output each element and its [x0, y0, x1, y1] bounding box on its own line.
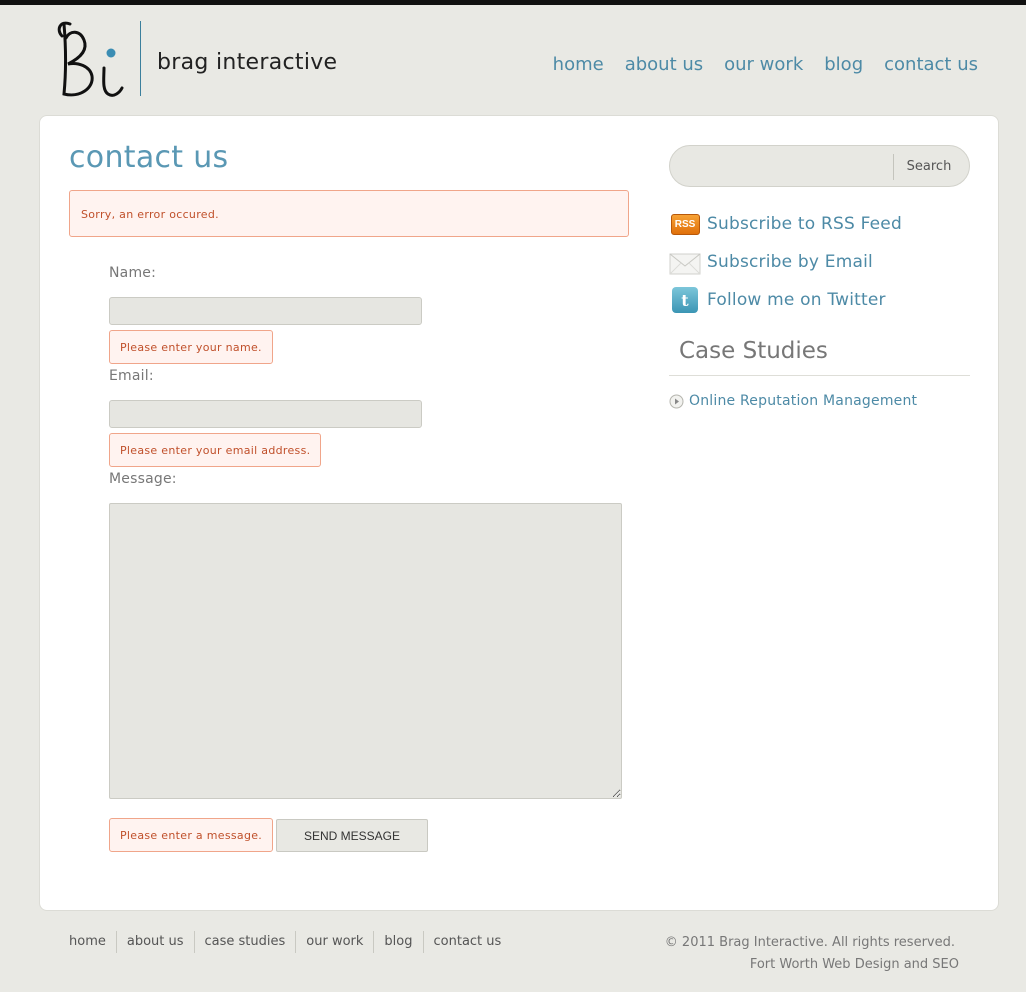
footer-nav-blog[interactable]: blog: [373, 931, 422, 953]
main-nav: home about us our work blog contact us: [553, 54, 978, 75]
rss-icon-label: RSS: [670, 213, 700, 235]
message-label: Message:: [109, 471, 177, 487]
logo-mark-icon[interactable]: [54, 18, 130, 100]
rss-feed-link[interactable]: RSS Subscribe to RSS Feed: [669, 210, 902, 238]
page-title: contact us: [69, 140, 229, 175]
nav-contact-us[interactable]: contact us: [884, 54, 978, 75]
nav-our-work[interactable]: our work: [724, 54, 803, 75]
twitter-icon-label: t: [672, 287, 698, 313]
search-divider: [893, 154, 894, 180]
nav-home[interactable]: home: [553, 54, 604, 75]
search-button[interactable]: Search: [896, 153, 962, 180]
send-message-button[interactable]: SEND MESSAGE: [276, 819, 428, 852]
name-input[interactable]: [109, 297, 422, 325]
name-label: Name:: [109, 265, 157, 281]
email-error: Please enter your email address.: [109, 433, 322, 467]
content-panel: contact us Sorry, an error occured. Name…: [39, 115, 999, 911]
case-study-label: Online Reputation Management: [689, 393, 918, 409]
search-input[interactable]: [684, 152, 890, 180]
form-error-alert: Sorry, an error occured.: [69, 190, 629, 237]
copyright-text: © 2011 Brag Interactive. All rights rese…: [664, 935, 955, 950]
email-input[interactable]: [109, 400, 422, 428]
logo-divider: [140, 21, 141, 96]
email-label: Email:: [109, 368, 154, 384]
email-subscribe-link[interactable]: Subscribe by Email: [669, 248, 873, 276]
search-box: Search: [669, 145, 970, 187]
case-studies-heading: Case Studies: [679, 338, 828, 364]
nav-about-us[interactable]: about us: [625, 54, 703, 75]
footer-nav-contact-us[interactable]: contact us: [422, 931, 512, 953]
arrow-bullet-icon: [669, 394, 684, 408]
footer-nav-our-work[interactable]: our work: [295, 931, 373, 953]
footer-nav-case-studies[interactable]: case studies: [193, 931, 296, 953]
twitter-label: Follow me on Twitter: [707, 290, 886, 310]
case-study-link[interactable]: Online Reputation Management: [669, 393, 917, 409]
rss-feed-label: Subscribe to RSS Feed: [707, 214, 902, 234]
email-subscribe-label: Subscribe by Email: [707, 252, 873, 272]
nav-blog[interactable]: blog: [824, 54, 863, 75]
twitter-link[interactable]: t Follow me on Twitter: [669, 286, 886, 314]
message-error: Please enter a message.: [109, 818, 274, 852]
twitter-icon: t: [669, 286, 701, 314]
rss-icon: RSS: [669, 210, 701, 238]
envelope-icon: [669, 248, 701, 276]
footer-tagline: Fort Worth Web Design and SEO: [749, 957, 959, 972]
footer-nav-about-us[interactable]: about us: [115, 931, 194, 953]
top-bar: [0, 0, 1026, 5]
name-error: Please enter your name.: [109, 330, 273, 364]
footer-nav-home[interactable]: home: [69, 931, 116, 953]
message-textarea[interactable]: [109, 503, 622, 799]
footer-nav: home about us case studies our work blog…: [69, 931, 511, 953]
site-name[interactable]: brag interactive: [157, 50, 337, 75]
case-studies-divider: [669, 375, 970, 376]
